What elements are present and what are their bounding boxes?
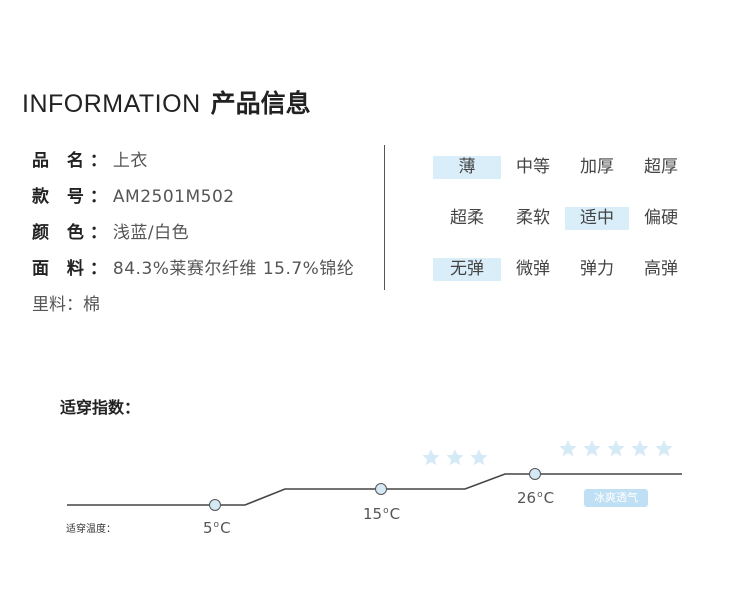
temp-label-mid: 15oC xyxy=(363,505,401,523)
star-icon xyxy=(631,440,649,457)
star-rating-mid xyxy=(422,449,488,466)
temp-label-low: 5oC xyxy=(203,519,231,537)
star-icon xyxy=(655,440,673,457)
star-rating-high xyxy=(559,440,673,457)
star-icon xyxy=(583,440,601,457)
star-icon xyxy=(559,440,577,457)
cool-breathable-badge: 冰爽透气 xyxy=(584,489,648,507)
temp-dot-low xyxy=(209,499,221,511)
star-icon xyxy=(422,449,440,466)
temperature-axis-label: 适穿温度： xyxy=(66,524,116,535)
star-icon xyxy=(470,449,488,466)
star-icon xyxy=(446,449,464,466)
temp-label-high: 26oC xyxy=(517,489,555,507)
star-icon xyxy=(607,440,625,457)
temp-dot-high xyxy=(529,468,541,480)
temp-dot-mid xyxy=(375,483,387,495)
